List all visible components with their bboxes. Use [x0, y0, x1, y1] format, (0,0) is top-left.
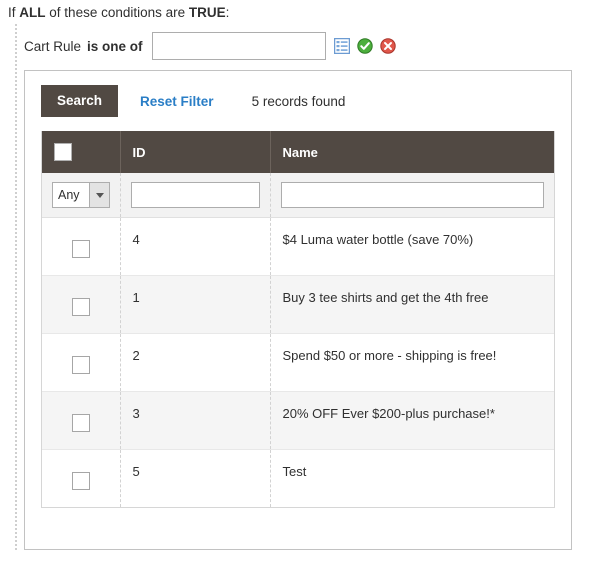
- column-header-select-all[interactable]: [42, 131, 121, 173]
- cell-name: Test: [270, 449, 554, 507]
- rule-value-input[interactable]: [151, 32, 326, 60]
- cell-name: Spend $50 or more - shipping is free!: [270, 333, 554, 392]
- row-checkbox[interactable]: [71, 240, 90, 258]
- rule-operator-label[interactable]: is one of: [87, 39, 143, 54]
- select-all-checkbox[interactable]: [54, 143, 72, 161]
- cell-name: $4 Luma water bottle (save 70%): [270, 217, 554, 276]
- cell-id: 2: [120, 333, 271, 392]
- row-select-cell[interactable]: [42, 217, 121, 276]
- cell-id: 4: [120, 217, 271, 276]
- row-select-cell[interactable]: [42, 275, 121, 334]
- condition-rule-row: Cart Rule is one of: [24, 30, 396, 62]
- table-row[interactable]: 2 Spend $50 or more - shipping is free!: [42, 333, 554, 392]
- rule-icon-group: [333, 37, 396, 55]
- row-select-cell[interactable]: [42, 333, 121, 392]
- grid-toolbar: Search Reset Filter 5 records found: [25, 71, 571, 117]
- records-found-text: 5 records found: [251, 93, 346, 109]
- table-row[interactable]: 5 Test: [42, 449, 554, 507]
- massaction-select[interactable]: Any: [52, 182, 110, 208]
- filter-cell-name: [270, 173, 554, 218]
- grid-filter-row: Any: [42, 173, 554, 218]
- row-select-cell[interactable]: [42, 391, 121, 450]
- chooser-list-icon[interactable]: [333, 37, 350, 55]
- condition-value[interactable]: TRUE: [189, 5, 226, 20]
- condition-prefix: If: [8, 5, 16, 20]
- table-row[interactable]: 4 $4 Luma water bottle (save 70%): [42, 217, 554, 276]
- row-select-cell[interactable]: [42, 449, 121, 507]
- row-checkbox[interactable]: [71, 298, 90, 316]
- name-filter-input[interactable]: [280, 182, 544, 208]
- table-row[interactable]: 3 20% OFF Ever $200-plus purchase!*: [42, 391, 554, 450]
- column-header-id[interactable]: ID: [120, 131, 271, 173]
- row-checkbox[interactable]: [71, 414, 90, 432]
- column-header-name[interactable]: Name: [270, 131, 554, 173]
- condition-aggregator[interactable]: ALL: [19, 5, 45, 20]
- records-grid: ID Name Any 4 $4 Luma water bottle (save…: [41, 131, 555, 508]
- massaction-select-value: Any: [58, 188, 80, 202]
- search-button[interactable]: Search: [41, 85, 119, 117]
- condition-sentence: If ALL of these conditions are TRUE:: [0, 0, 615, 22]
- row-checkbox[interactable]: [71, 356, 90, 374]
- chevron-down-icon[interactable]: [89, 183, 109, 207]
- cell-id: 5: [120, 449, 271, 507]
- filter-cell-id: [120, 173, 271, 218]
- cell-id: 3: [120, 391, 271, 450]
- cart-rule-chooser-panel: Search Reset Filter 5 records found ID N…: [24, 70, 572, 550]
- table-row[interactable]: 1 Buy 3 tee shirts and get the 4th free: [42, 275, 554, 334]
- cell-name: Buy 3 tee shirts and get the 4th free: [270, 275, 554, 334]
- id-filter-input[interactable]: [130, 182, 260, 208]
- row-checkbox[interactable]: [71, 472, 90, 490]
- filter-cell-massaction: Any: [42, 173, 121, 218]
- condition-tree-rail: [15, 24, 17, 550]
- cell-name: 20% OFF Ever $200-plus purchase!*: [270, 391, 554, 450]
- reset-filter-link[interactable]: Reset Filter: [140, 94, 214, 109]
- apply-check-icon[interactable]: [356, 38, 373, 54]
- remove-cross-icon[interactable]: [379, 38, 396, 54]
- rule-attribute-label[interactable]: Cart Rule: [24, 39, 81, 54]
- condition-middle: of these conditions are: [49, 5, 186, 20]
- condition-suffix: :: [225, 5, 230, 20]
- grid-header-row: ID Name: [42, 131, 554, 173]
- cell-id: 1: [120, 275, 271, 334]
